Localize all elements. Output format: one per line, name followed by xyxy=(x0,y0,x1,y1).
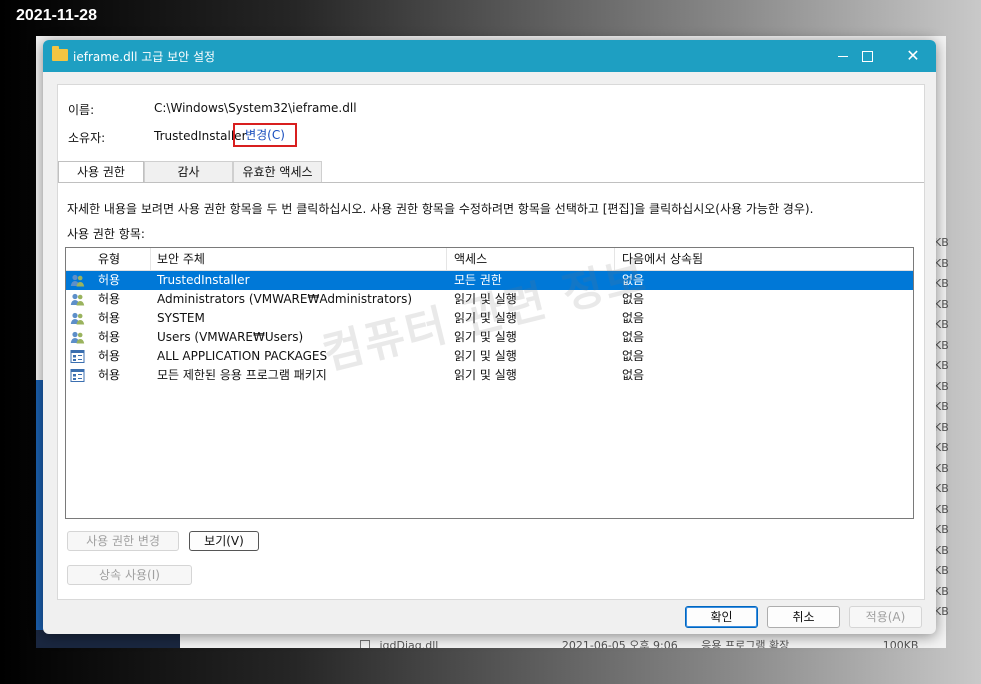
permission-type-cell: 허용 xyxy=(98,330,121,344)
folder-icon xyxy=(52,46,68,61)
background-size-label: KB xyxy=(934,277,949,290)
permission-type-cell: 허용 xyxy=(98,273,121,287)
user-group-icon xyxy=(70,330,85,345)
maximize-button[interactable] xyxy=(843,40,891,72)
user-group-icon xyxy=(70,292,85,307)
background-size-label: KB xyxy=(934,379,949,393)
principal-cell: 모든 제한된 응용 프로그램 패키지 xyxy=(157,368,327,382)
column-separator xyxy=(446,248,447,270)
ok-button[interactable]: 확인 xyxy=(685,606,758,628)
permission-type-cell: 허용 xyxy=(98,311,121,325)
inherited-from-cell: 없음 xyxy=(622,368,645,382)
principal-cell: Users (VMWARE₩Users) xyxy=(157,330,304,344)
cancel-button[interactable]: 취소 xyxy=(767,606,840,628)
background-file-size: 100KB xyxy=(882,639,919,648)
background-size-label: KB xyxy=(934,400,949,413)
tab-auditing[interactable]: 감사 xyxy=(144,161,233,182)
title-bar[interactable]: ieframe.dll 고급 보안 설정 ✕ xyxy=(43,40,936,72)
column-separator xyxy=(150,248,151,270)
permission-type-cell: 허용 xyxy=(98,368,121,382)
enable-inheritance-button[interactable]: 상속 사용(I) xyxy=(67,565,192,585)
background-file-date: 2021-06-05 오후 9:06 xyxy=(561,639,678,648)
permission-type-cell: 허용 xyxy=(98,292,121,306)
principal-cell: ALL APPLICATION PACKAGES xyxy=(157,349,328,363)
column-principal[interactable]: 보안 주체 xyxy=(157,248,205,270)
app-package-icon xyxy=(70,368,85,383)
change-owner-link[interactable]: 변경(C) xyxy=(233,123,297,147)
close-button[interactable]: ✕ xyxy=(889,40,936,72)
background-size-label: KB xyxy=(934,297,949,311)
inherited-from-cell: 없음 xyxy=(622,330,645,344)
apply-button[interactable]: 적용(A) xyxy=(849,606,922,628)
background-size-label: KB xyxy=(934,236,949,249)
background-size-label: KB xyxy=(934,564,949,577)
permission-entries-label: 사용 권한 항목: xyxy=(67,227,145,241)
background-size-label: KB xyxy=(934,441,949,454)
list-header: 유형 보안 주체 액세스 다음에서 상속됨 xyxy=(66,248,913,271)
background-size-label: KB xyxy=(934,523,949,536)
name-label: 이름: xyxy=(68,103,95,117)
background-file-name: igdDiag.dll xyxy=(379,639,439,648)
inherited-from-cell: 없음 xyxy=(622,311,645,325)
name-value: C:\Windows\System32\ieframe.dll xyxy=(154,101,357,115)
background-file-type: 응용 프로그램 확장 xyxy=(701,639,790,648)
tab-strip: 사용 권한 감사 유효한 액세스 xyxy=(58,161,924,183)
user-group-icon xyxy=(70,273,85,288)
tab-divider xyxy=(58,182,924,183)
file-icon xyxy=(360,640,370,648)
permission-description: 자세한 내용을 보려면 사용 권한 항목을 두 번 클릭하십시오. 사용 권한 … xyxy=(67,202,814,216)
owner-label: 소유자: xyxy=(68,131,106,145)
background-size-label: KB xyxy=(934,502,949,516)
date-stamp: 2021-11-28 xyxy=(16,7,97,24)
inherited-from-cell: 없음 xyxy=(622,349,645,363)
background-size-label: KB xyxy=(934,420,949,434)
maximize-icon xyxy=(861,51,873,62)
column-access[interactable]: 액세스 xyxy=(454,248,487,270)
tab-effective-access[interactable]: 유효한 액세스 xyxy=(233,161,322,182)
background-size-label: KB xyxy=(934,256,949,270)
access-cell: 읽기 및 실행 xyxy=(454,349,517,363)
permission-entry-row[interactable]: 허용 ALL APPLICATION PACKAGES 읽기 및 실행 없음 xyxy=(66,347,913,366)
change-permissions-button[interactable]: 사용 권한 변경 xyxy=(67,531,179,551)
background-size-label: KB xyxy=(934,461,949,475)
permission-type-cell: 허용 xyxy=(98,349,121,363)
permission-entry-row[interactable]: 허용 모든 제한된 응용 프로그램 패키지 읽기 및 실행 없음 xyxy=(66,366,913,385)
view-button[interactable]: 보기(V) xyxy=(189,531,259,551)
column-type[interactable]: 유형 xyxy=(98,248,120,270)
principal-cell: SYSTEM xyxy=(157,311,205,325)
background-file-row: igdDiag.dll 2021-06-05 오후 9:06 응용 프로그램 확… xyxy=(360,636,930,648)
dialog-title: ieframe.dll 고급 보안 설정 xyxy=(73,50,216,64)
background-size-label: KB xyxy=(934,584,949,598)
tab-permissions[interactable]: 사용 권한 xyxy=(58,161,144,183)
user-group-icon xyxy=(70,311,85,326)
background-size-label: KB xyxy=(934,318,949,331)
access-cell: 읽기 및 실행 xyxy=(454,368,517,382)
background-size-label: KB xyxy=(934,605,949,618)
principal-cell: TrustedInstaller xyxy=(157,273,250,287)
app-package-icon xyxy=(70,349,85,364)
background-size-label: KB xyxy=(934,359,949,372)
background-size-label: KB xyxy=(934,482,949,495)
background-file-size-column: KB KB KB KB KB KB KB KB KB KB KB KB KB KB KB KB KB KB KB xyxy=(934,236,949,626)
background-size-label: KB xyxy=(934,338,949,352)
background-size-label: KB xyxy=(934,543,949,557)
